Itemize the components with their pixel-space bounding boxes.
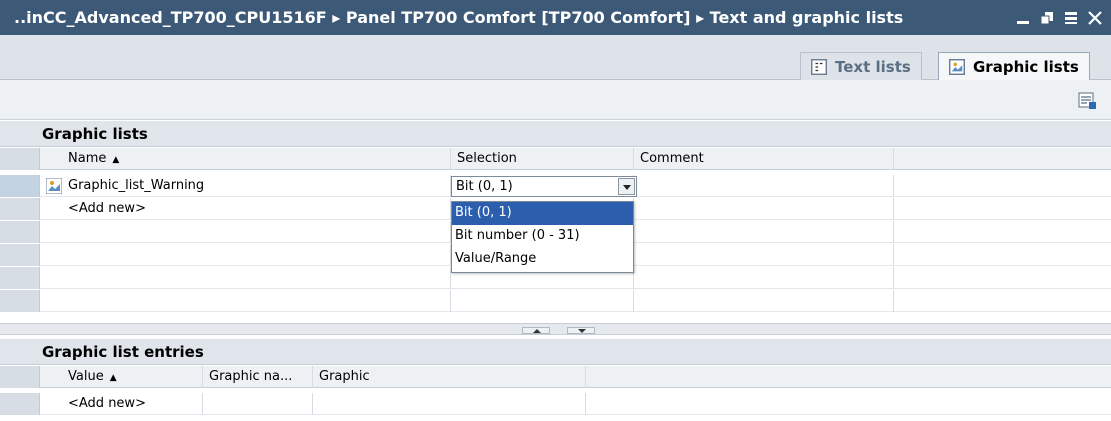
splitter-up-icon[interactable] <box>522 327 550 334</box>
window-controls <box>1015 0 1103 35</box>
tab-label: Graphic lists <box>973 57 1079 76</box>
column-header-selection[interactable]: Selection <box>451 148 634 170</box>
graphic-list-icon <box>949 58 965 75</box>
sort-ascending-icon: ▲ <box>112 155 120 165</box>
tab-text-lists[interactable]: Text lists <box>800 52 922 80</box>
graphic-list-entries-section-title: Graphic list entries <box>0 339 1111 365</box>
graphic-lists-section-title: Graphic lists <box>0 121 1111 147</box>
cell-comment[interactable] <box>634 175 894 197</box>
row-header <box>0 244 40 266</box>
column-header-graphic[interactable]: Graphic <box>313 366 586 388</box>
header-spacer <box>40 148 62 170</box>
column-header-value[interactable]: Value ▲ <box>62 366 203 388</box>
editor-title-bar: ..inCC_Advanced_TP700_CPU1516F ▸ Panel T… <box>0 0 1111 35</box>
tab-label: Text lists <box>835 57 911 76</box>
pane-splitter[interactable] <box>0 323 1111 335</box>
cell-graphic[interactable] <box>313 393 586 415</box>
row-header <box>0 267 40 289</box>
row-header <box>0 221 40 243</box>
selection-dropdown-list: Bit (0, 1) Bit number (0 - 31) Value/Ran… <box>451 201 634 273</box>
row-header-corner <box>0 366 40 388</box>
row-header[interactable] <box>0 175 40 197</box>
cell-name[interactable]: Graphic_list_Warning <box>62 175 451 197</box>
table-header-row: Value ▲ Graphic na... Graphic <box>0 366 1111 388</box>
chevron-down-icon[interactable] <box>618 178 635 195</box>
dropdown-option-value-range[interactable]: Value/Range <box>452 248 633 271</box>
column-header-graphic-name[interactable]: Graphic na... <box>203 366 313 388</box>
properties-icon[interactable] <box>1077 90 1097 110</box>
row-header[interactable] <box>0 393 40 415</box>
row-header[interactable] <box>0 198 40 220</box>
cell-comment[interactable] <box>634 198 894 220</box>
dropdown-option-bit-number[interactable]: Bit number (0 - 31) <box>452 225 633 248</box>
embed-window-icon[interactable] <box>1063 10 1079 26</box>
table-row-empty <box>0 290 1111 312</box>
close-icon[interactable] <box>1087 10 1103 26</box>
table-row[interactable]: <Add new> <box>0 393 1111 415</box>
combobox-value: Bit (0, 1) <box>456 179 513 194</box>
row-header <box>0 290 40 312</box>
add-new-cell[interactable]: <Add new> <box>62 393 203 415</box>
sort-ascending-icon: ▲ <box>109 373 117 383</box>
float-window-icon[interactable] <box>1039 10 1055 26</box>
dropdown-option-bit[interactable]: Bit (0, 1) <box>452 202 633 225</box>
column-header-name[interactable]: Name ▲ <box>62 148 451 170</box>
row-header-corner <box>0 148 40 170</box>
breadcrumb-title: ..inCC_Advanced_TP700_CPU1516F ▸ Panel T… <box>14 8 904 27</box>
graphic-list-icon <box>46 178 62 194</box>
add-new-cell[interactable]: <Add new> <box>62 198 451 220</box>
cell-graphic-name[interactable] <box>203 393 313 415</box>
column-header-empty <box>894 148 1111 170</box>
minimize-icon[interactable] <box>1015 10 1031 26</box>
editor-toolbar <box>0 80 1111 120</box>
tab-graphic-lists[interactable]: Graphic lists <box>938 52 1090 81</box>
text-list-icon <box>811 58 827 75</box>
table-header-row: Name ▲ Selection Comment <box>0 148 1111 170</box>
selection-combobox[interactable]: Bit (0, 1) <box>451 176 637 197</box>
column-header-comment[interactable]: Comment <box>634 148 894 170</box>
tab-strip: Text lists Graphic lists <box>0 35 1111 81</box>
splitter-down-icon[interactable] <box>567 327 595 334</box>
